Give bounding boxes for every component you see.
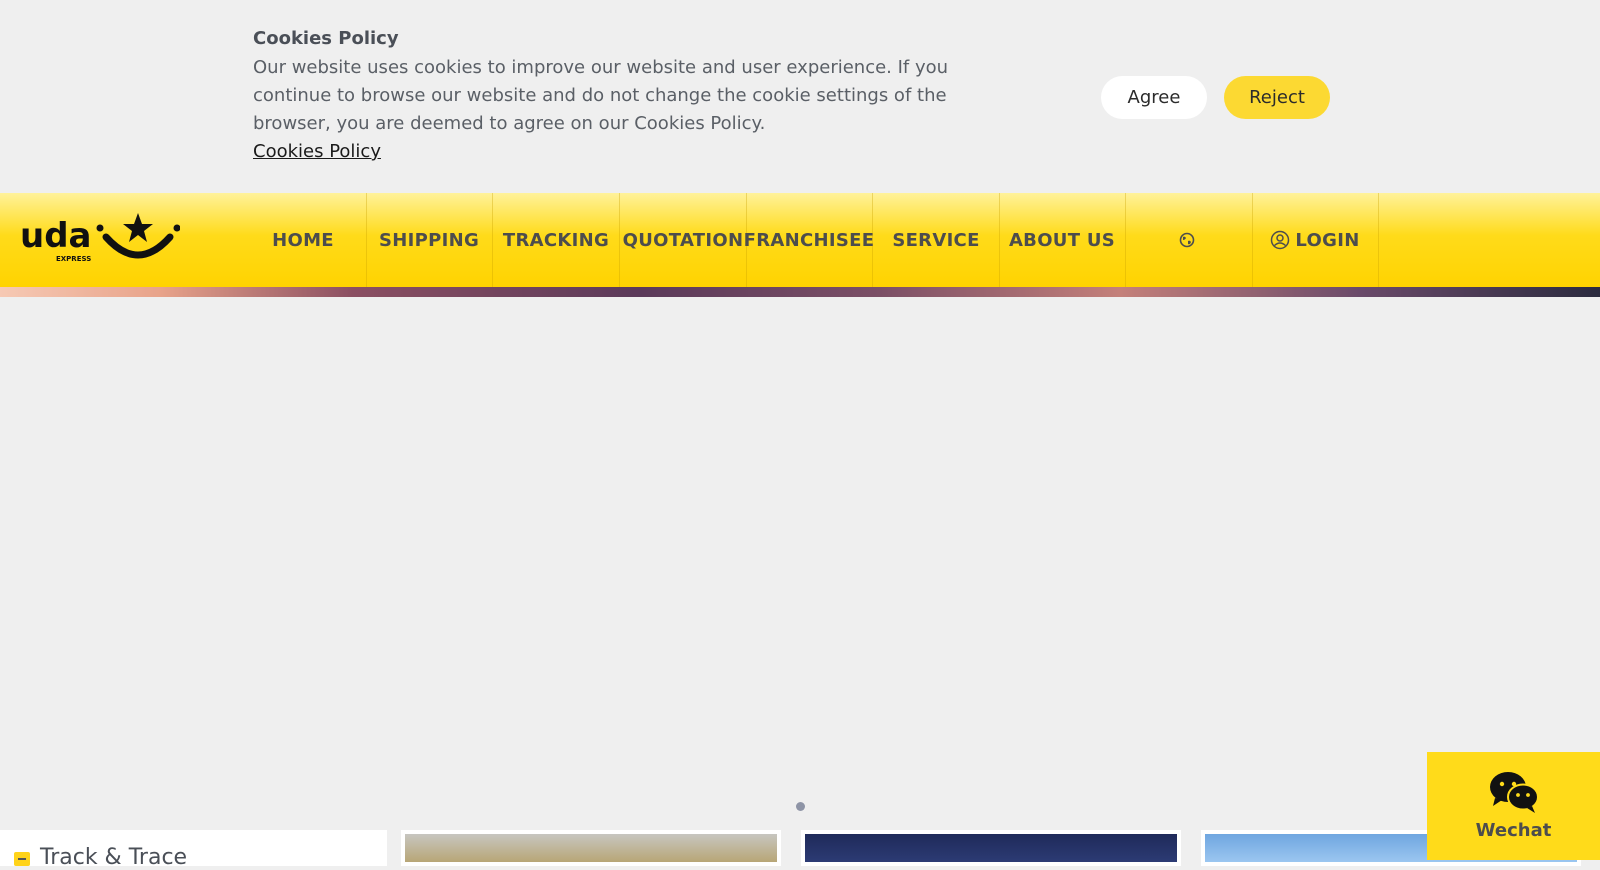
promo-card-image — [405, 834, 777, 862]
hero-banner-strip — [0, 287, 1600, 297]
svg-text:uda: uda — [20, 216, 92, 256]
cookie-banner: Cookies Policy Our website uses cookies … — [0, 0, 1600, 193]
nav-quotation-label: QUOTATION — [622, 229, 744, 251]
wechat-label: Wechat — [1475, 820, 1552, 841]
nav-home[interactable]: HOME — [240, 193, 367, 287]
wechat-icon — [1489, 772, 1539, 813]
nav-shipping-label: SHIPPING — [378, 229, 480, 251]
carousel-indicator-dot[interactable] — [796, 802, 805, 811]
nav-service[interactable]: SERVICE — [873, 193, 1000, 287]
nav-shipping[interactable]: SHIPPING — [366, 193, 493, 287]
promo-card-2[interactable] — [801, 830, 1181, 866]
wechat-button[interactable]: Wechat — [1427, 752, 1600, 860]
reject-button[interactable]: Reject — [1224, 76, 1330, 119]
svg-text:EXPRESS: EXPRESS — [56, 255, 91, 263]
agree-button[interactable]: Agree — [1101, 76, 1207, 119]
cookie-message: Our website uses cookies to improve our … — [253, 57, 949, 134]
nav-about-us-label: ABOUT US — [1008, 229, 1116, 251]
cookie-title: Cookies Policy — [253, 28, 399, 49]
uda-express-logo[interactable]: uda EXPRESS — [20, 211, 180, 269]
nav-login[interactable]: LOGIN — [1252, 193, 1379, 287]
nav-home-label: HOME — [272, 229, 334, 251]
promo-card-1[interactable] — [401, 830, 781, 866]
nav-quotation[interactable]: QUOTATION — [620, 193, 747, 287]
user-icon — [1270, 230, 1290, 250]
cookies-policy-link[interactable]: Cookies Policy — [253, 138, 381, 166]
nav-tracking-label: TRACKING — [502, 229, 610, 251]
promo-card-image — [805, 834, 1177, 862]
main-navbar: uda EXPRESS HOME SHIPPING TRACKING QUOTA… — [0, 193, 1600, 287]
nav-tracking[interactable]: TRACKING — [493, 193, 620, 287]
collapse-icon[interactable] — [14, 852, 30, 866]
nav-franchisee[interactable]: FRANCHISEE — [743, 193, 875, 287]
nav-language[interactable] — [1126, 193, 1253, 287]
cookie-text: Cookies Policy Our website uses cookies … — [253, 28, 1013, 166]
nav-login-label: LOGIN — [1295, 229, 1360, 251]
track-trace-panel: Track & Trace — [0, 830, 387, 870]
nav-about-us[interactable]: ABOUT US — [999, 193, 1126, 287]
track-trace-title: Track & Trace — [40, 845, 188, 870]
globe-icon — [1179, 232, 1195, 248]
nav-franchisee-label: FRANCHISEE — [743, 229, 875, 251]
nav-service-label: SERVICE — [892, 229, 980, 251]
